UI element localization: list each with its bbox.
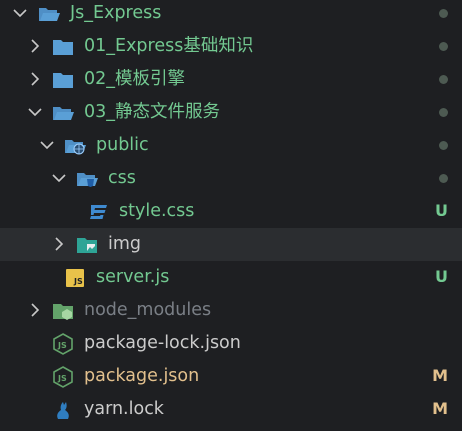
tree-row-css[interactable]: css bbox=[0, 162, 462, 195]
svg-text:JS: JS bbox=[57, 374, 67, 383]
status-dot bbox=[439, 141, 448, 150]
tree-item-label: public bbox=[96, 135, 149, 155]
js-file-icon: JS bbox=[64, 267, 86, 289]
tree-item-label: 03_静态文件服务 bbox=[84, 102, 221, 122]
folder-open-icon bbox=[52, 102, 74, 124]
tree-row-server-js[interactable]: JS server.js U bbox=[0, 261, 462, 294]
status-dot bbox=[439, 9, 448, 18]
git-status-badge: U bbox=[435, 267, 448, 286]
node-json-icon: JS bbox=[52, 366, 74, 388]
git-status-badge: M bbox=[432, 399, 448, 418]
tree-row-public[interactable]: public bbox=[0, 129, 462, 162]
status-dot bbox=[439, 42, 448, 51]
image-folder-icon bbox=[76, 234, 98, 256]
css-folder-icon bbox=[76, 168, 98, 190]
svg-text:JS: JS bbox=[73, 277, 83, 286]
node-json-icon: JS bbox=[52, 333, 74, 355]
folder-icon bbox=[52, 36, 74, 58]
git-status-badge: U bbox=[435, 201, 448, 220]
tree-row-03-static[interactable]: 03_静态文件服务 bbox=[0, 96, 462, 129]
folder-open-icon bbox=[38, 3, 60, 25]
node-modules-folder-icon bbox=[52, 300, 74, 322]
tree-row-package-json[interactable]: JS package.json M bbox=[0, 360, 462, 393]
tree-item-label: node_modules bbox=[84, 300, 212, 320]
chevron-down-icon[interactable] bbox=[11, 4, 29, 22]
chevron-right-icon[interactable] bbox=[26, 37, 44, 55]
tree-row-01-express[interactable]: 01_Express基础知识 bbox=[0, 30, 462, 63]
chevron-right-icon[interactable] bbox=[26, 301, 44, 319]
tree-item-label: package.json bbox=[84, 366, 200, 386]
tree-item-label: 02_模板引擎 bbox=[84, 69, 186, 89]
tree-row-yarn-lock[interactable]: yarn.lock M bbox=[0, 393, 462, 426]
tree-item-label: style.css bbox=[119, 201, 195, 221]
git-status-badge: M bbox=[432, 366, 448, 385]
tree-row-js-express[interactable]: Js_Express bbox=[0, 0, 462, 30]
status-dot bbox=[439, 108, 448, 117]
tree-row-node-modules[interactable]: node_modules bbox=[0, 294, 462, 327]
chevron-down-icon[interactable] bbox=[50, 169, 68, 187]
tree-item-label: package-lock.json bbox=[84, 333, 241, 353]
tree-row-img[interactable]: img bbox=[0, 228, 462, 261]
status-dot bbox=[439, 174, 448, 183]
chevron-right-icon[interactable] bbox=[26, 70, 44, 88]
public-folder-icon bbox=[64, 135, 86, 157]
tree-row-02-template[interactable]: 02_模板引擎 bbox=[0, 63, 462, 96]
tree-item-label: 01_Express基础知识 bbox=[84, 36, 254, 56]
status-dot bbox=[439, 75, 448, 84]
tree-row-package-lock[interactable]: JS package-lock.json bbox=[0, 327, 462, 360]
tree-item-label: img bbox=[108, 234, 142, 254]
css-file-icon bbox=[88, 201, 110, 223]
tree-row-style-css[interactable]: style.css U bbox=[0, 195, 462, 228]
chevron-down-icon[interactable] bbox=[26, 103, 44, 121]
folder-icon bbox=[52, 69, 74, 91]
tree-item-label: yarn.lock bbox=[84, 399, 164, 419]
chevron-down-icon[interactable] bbox=[38, 136, 56, 154]
tree-item-label: Js_Express bbox=[70, 3, 162, 23]
tree-item-label: css bbox=[108, 168, 136, 188]
svg-text:JS: JS bbox=[57, 341, 67, 350]
explorer-tree: Js_Express 01_Express基础知识 02_模板引擎 03_静态文… bbox=[0, 0, 462, 431]
tree-item-label: server.js bbox=[96, 267, 170, 287]
yarn-cat-icon bbox=[52, 399, 74, 421]
chevron-right-icon[interactable] bbox=[50, 235, 68, 253]
